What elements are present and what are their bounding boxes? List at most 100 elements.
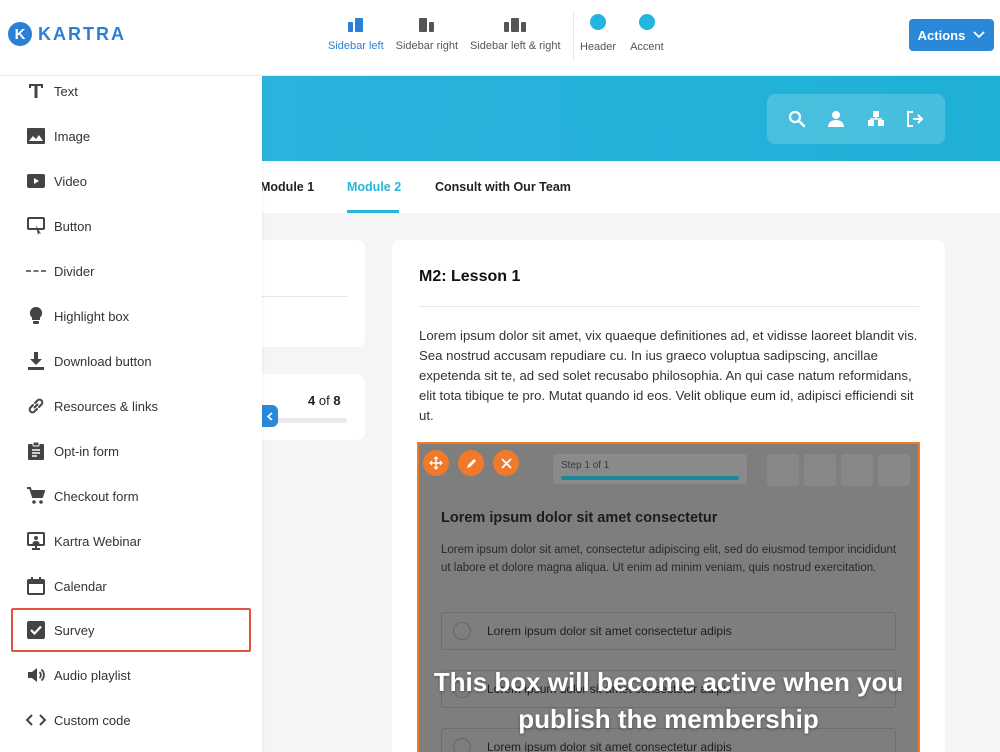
progress-track	[274, 418, 347, 423]
move-button[interactable]	[423, 450, 449, 476]
sidebar-right-icon	[419, 12, 435, 32]
progress-card: 4 of 8	[262, 374, 365, 440]
layout-sidebar-right[interactable]: Sidebar right	[390, 12, 464, 52]
cart-icon	[25, 485, 47, 507]
logo-text: KARTRA	[38, 23, 126, 44]
layout-sidebar-left[interactable]: Sidebar left	[322, 12, 390, 52]
lesson-body-text: Lorem ipsum dolor sit amet, vix quaeque …	[419, 328, 918, 423]
survey-control-square	[804, 454, 836, 486]
step-label: Step 1 of 1	[561, 460, 610, 471]
color-options: Header Accent	[580, 14, 664, 53]
survey-question-text: Lorem ipsum dolor sit amet, consectetur …	[441, 544, 897, 574]
sidebar-item-opt-in-form[interactable]: Opt-in form	[0, 431, 262, 471]
button-icon	[25, 215, 47, 237]
sidebar-item-checkout-form[interactable]: Checkout form	[0, 476, 262, 516]
actions-button[interactable]: Actions	[909, 19, 994, 51]
header-color-swatch[interactable]	[590, 14, 607, 30]
calendar-icon	[25, 575, 47, 597]
toolbar-divider	[573, 12, 574, 60]
inactive-overlay-message: This box will become active when you pub…	[433, 667, 904, 734]
kartra-logo: K KARTRA	[8, 22, 126, 46]
accent-color-option[interactable]: Accent	[630, 14, 664, 53]
step-indicator: Step 1 of 1	[553, 454, 747, 484]
edit-button[interactable]	[458, 450, 484, 476]
move-icon	[429, 456, 443, 470]
accent-color-swatch[interactable]	[638, 14, 655, 30]
delete-button[interactable]	[493, 450, 519, 476]
logo-mark: K	[8, 22, 32, 46]
survey-highlight-frame	[11, 608, 251, 652]
radio-button[interactable]	[453, 622, 471, 640]
layout-label: Sidebar left	[328, 40, 384, 52]
color-label: Header	[580, 41, 617, 53]
sidebar-both-icon	[504, 12, 527, 32]
sidebar-item-label: Resources & links	[54, 398, 159, 414]
survey-block[interactable]: Step 1 of 1 Lorem ipsum dolor sit amet c…	[417, 442, 920, 752]
pencil-icon	[466, 458, 476, 468]
sidebar-item-label: Download button	[54, 353, 152, 369]
tab-module-2[interactable]: Module 2	[347, 180, 401, 194]
download-icon	[25, 350, 47, 372]
close-icon	[500, 457, 512, 469]
survey-question-title: Lorem ipsum dolor sit amet consectetur	[441, 510, 718, 526]
sidebar-item-video[interactable]: Video	[0, 161, 262, 201]
sidebar-item-label: Divider	[54, 263, 95, 279]
header-color-option[interactable]: Header	[580, 14, 616, 53]
sidebar-item-resources-links[interactable]: Resources & links	[0, 386, 262, 426]
layout-label: Sidebar left & right	[470, 40, 561, 52]
sidebar-item-custom-code[interactable]: Custom code	[0, 700, 262, 740]
module-tabs: Module 1 Module 2 Consult with Our Team	[260, 161, 1000, 213]
divider-icon	[25, 260, 47, 282]
sidebar-item-label: Custom code	[54, 712, 131, 728]
sidebar-item-label: Opt-in form	[54, 443, 120, 459]
sidebar-item-label: Highlight box	[54, 308, 130, 324]
sidebar-item-highlight-box[interactable]: Highlight box	[0, 296, 262, 336]
layout-label: Sidebar right	[395, 40, 459, 52]
sidebar-item-label: Checkout form	[54, 488, 139, 504]
color-label: Accent	[630, 41, 664, 53]
sidebar-item-kartra-webinar[interactable]: Kartra Webinar	[0, 521, 262, 561]
sidebar-item-audio-playlist[interactable]: Audio playlist	[0, 655, 262, 695]
video-icon	[25, 170, 47, 192]
sidebar-item-label: Button	[54, 218, 92, 234]
sidebar-left-icon	[348, 12, 364, 32]
step-progress-bar	[561, 476, 739, 480]
webinar-icon	[25, 530, 47, 552]
sidebar-item-label: Kartra Webinar	[54, 533, 142, 549]
lightbulb-icon	[25, 305, 47, 327]
element-sidebar: Text Image Video Button Divider Highligh…	[0, 76, 262, 752]
sidebar-item-label: Image	[54, 128, 91, 144]
lesson-divider	[419, 306, 919, 307]
survey-control-square	[767, 454, 799, 486]
sidebar-item-label: Text	[54, 83, 78, 99]
sidebar-item-divider[interactable]: Divider	[0, 251, 262, 291]
user-icon[interactable]	[827, 110, 845, 128]
lesson-nav-card	[262, 240, 365, 347]
option-label: Lorem ipsum dolor sit amet consectetur a…	[487, 740, 732, 752]
sidebar-item-button[interactable]: Button	[0, 206, 262, 246]
radio-button[interactable]	[453, 738, 471, 752]
sidebar-item-image[interactable]: Image	[0, 116, 262, 156]
sitemap-icon[interactable]	[867, 110, 885, 128]
sidebar-item-calendar[interactable]: Calendar	[0, 566, 262, 606]
sidebar-item-text[interactable]: Text	[0, 71, 262, 111]
top-toolbar: K KARTRA Sidebar left Sidebar right Side…	[0, 0, 1000, 76]
layout-sidebar-left-right[interactable]: Sidebar left & right	[464, 12, 567, 52]
survey-control-square	[841, 454, 873, 486]
survey-control-square	[878, 454, 910, 486]
active-tab-indicator	[347, 210, 399, 213]
progress-text: 4 of 8	[308, 393, 341, 408]
tab-module-1[interactable]: Module 1	[260, 180, 314, 194]
tab-consult[interactable]: Consult with Our Team	[435, 180, 571, 194]
header-icon-group	[767, 94, 945, 144]
layout-options: Sidebar left Sidebar right Sidebar left …	[322, 12, 567, 52]
collapse-sidebar-button[interactable]	[262, 405, 278, 427]
logout-icon[interactable]	[906, 110, 924, 128]
chevron-left-icon	[267, 411, 273, 421]
survey-option[interactable]: Lorem ipsum dolor sit amet consectetur a…	[441, 612, 896, 650]
sidebar-item-download-button[interactable]: Download button	[0, 341, 262, 381]
clipboard-icon	[25, 440, 47, 462]
speaker-icon	[25, 664, 47, 686]
actions-label: Actions	[917, 27, 966, 43]
search-icon[interactable]	[788, 110, 806, 128]
